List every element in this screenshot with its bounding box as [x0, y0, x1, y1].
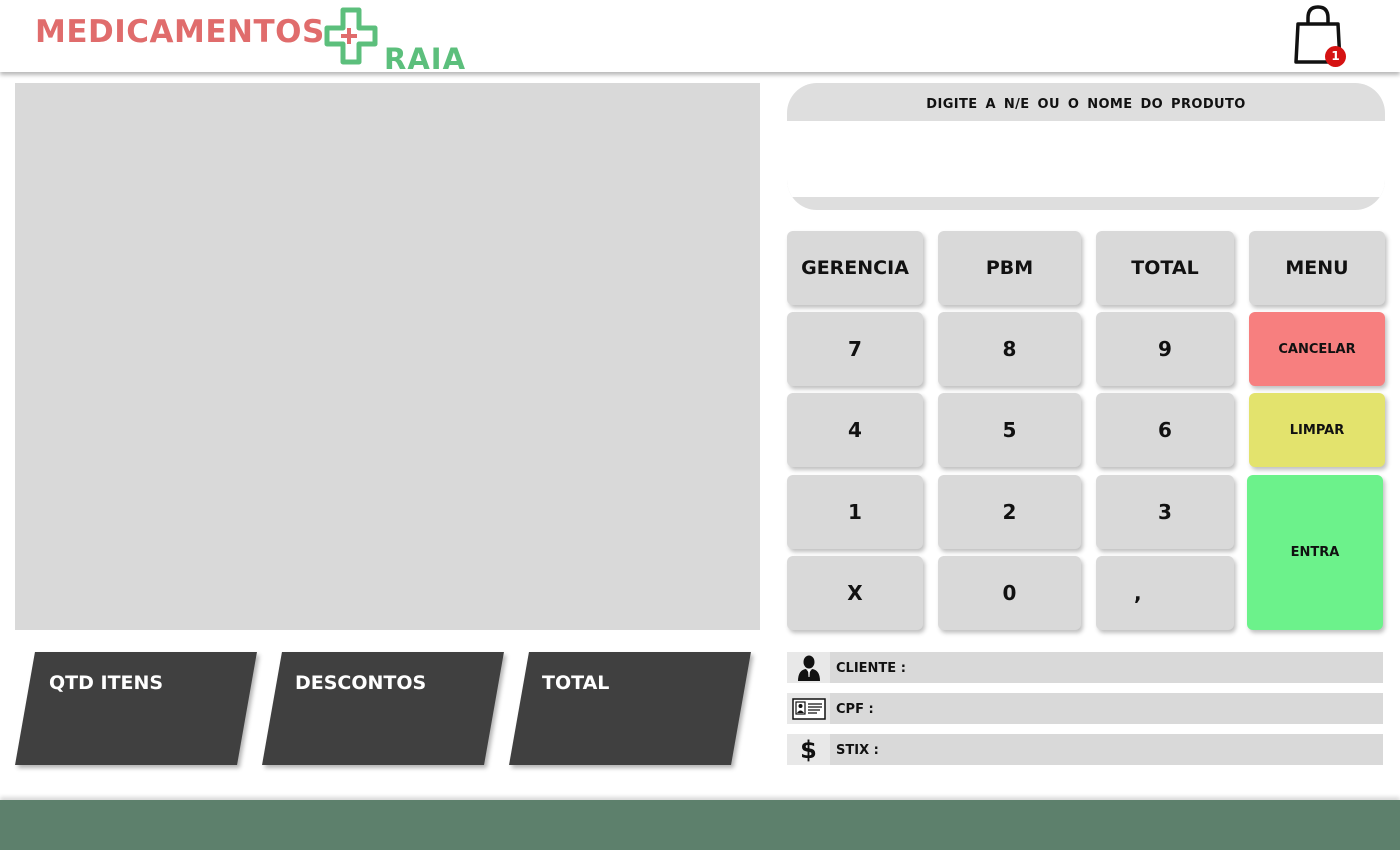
- product-search-input[interactable]: [787, 121, 1385, 197]
- total-panel: [509, 652, 751, 765]
- descontos-label: DESCONTOS: [295, 672, 427, 694]
- entra-button[interactable]: ENTRA: [1247, 475, 1383, 630]
- gerencia-button[interactable]: GERENCIA: [787, 231, 923, 305]
- product-display-area: [15, 83, 760, 630]
- dollar-icon: $: [800, 735, 817, 764]
- logo-medicamentos: MEDICAMENTOS: [35, 14, 325, 50]
- qtd-itens-label: QTD ITENS: [49, 672, 164, 694]
- key-comma[interactable]: ,: [1096, 556, 1234, 630]
- key-6[interactable]: 6: [1096, 393, 1234, 467]
- key-8[interactable]: 8: [938, 312, 1081, 386]
- cross-logo-icon: [324, 7, 378, 65]
- stix-label: STIX :: [836, 743, 879, 758]
- total-button[interactable]: TOTAL: [1096, 231, 1234, 305]
- key-5[interactable]: 5: [938, 393, 1081, 467]
- id-card-icon: [791, 697, 826, 720]
- total-label: TOTAL: [542, 672, 610, 694]
- key-x[interactable]: X: [787, 556, 923, 630]
- key-0[interactable]: 0: [938, 556, 1081, 630]
- cpf-label: CPF :: [836, 702, 874, 717]
- cancelar-button[interactable]: CANCELAR: [1249, 312, 1385, 386]
- cliente-label: CLIENTE :: [836, 661, 906, 676]
- logo-raia: RAIA: [384, 42, 467, 76]
- cart-count-badge: 1: [1325, 46, 1346, 67]
- qtd-itens-panel: [15, 652, 257, 765]
- key-3[interactable]: 3: [1096, 475, 1234, 549]
- key-7[interactable]: 7: [787, 312, 923, 386]
- person-icon: [797, 655, 820, 681]
- menu-button[interactable]: MENU: [1249, 231, 1385, 305]
- limpar-button[interactable]: LIMPAR: [1249, 393, 1385, 467]
- footer-bar: [0, 800, 1400, 850]
- search-panel: DIGITE A N/E OU O NOME DO PRODUTO: [787, 83, 1385, 210]
- search-label: DIGITE A N/E OU O NOME DO PRODUTO: [926, 97, 1246, 112]
- key-9[interactable]: 9: [1096, 312, 1234, 386]
- stix-row[interactable]: $ STIX :: [787, 734, 1383, 765]
- pbm-button[interactable]: PBM: [938, 231, 1081, 305]
- key-1[interactable]: 1: [787, 475, 923, 549]
- header-bar: MEDICAMENTOS RAIA 1: [0, 0, 1400, 76]
- descontos-panel: [262, 652, 504, 765]
- cliente-row[interactable]: CLIENTE :: [787, 652, 1383, 683]
- key-4[interactable]: 4: [787, 393, 923, 467]
- key-2[interactable]: 2: [938, 475, 1081, 549]
- cpf-row[interactable]: CPF :: [787, 693, 1383, 724]
